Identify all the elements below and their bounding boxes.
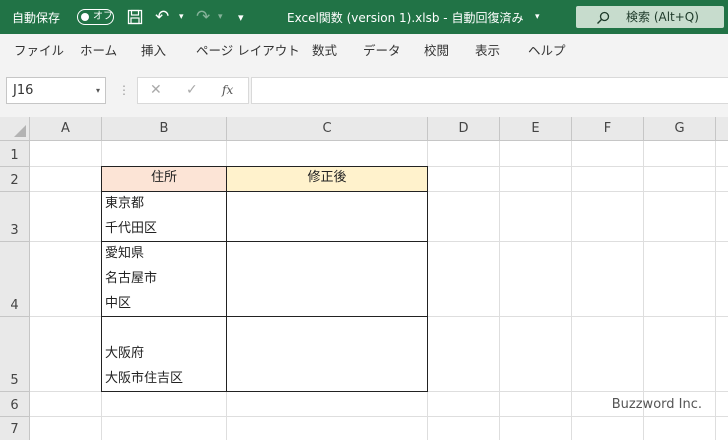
insert-function-icon[interactable]: fx bbox=[222, 78, 233, 103]
row-header-2[interactable]: 2 bbox=[0, 167, 30, 192]
tab-data[interactable]: データ bbox=[363, 34, 401, 67]
tab-file[interactable]: ファイル bbox=[14, 34, 64, 67]
gridline bbox=[643, 141, 644, 440]
cell-b4[interactable]: 愛知県 名古屋市 中区 bbox=[101, 242, 227, 317]
tab-help[interactable]: ヘルプ bbox=[528, 34, 566, 67]
cell-text-line: 大阪市住吉区 bbox=[105, 371, 184, 386]
redo-dropdown-icon[interactable]: ▾ bbox=[218, 0, 223, 34]
select-all-button[interactable] bbox=[0, 117, 30, 141]
cell-text-line: 名古屋市 bbox=[105, 271, 158, 286]
gridline bbox=[571, 141, 572, 440]
customize-qat-icon[interactable]: ▾ bbox=[238, 0, 244, 34]
formula-buttons: ✕ ✓ fx bbox=[137, 77, 249, 104]
row-header-7[interactable]: 7 bbox=[0, 417, 30, 440]
undo-icon[interactable]: ↶ bbox=[155, 0, 169, 34]
row-header-5[interactable]: 5 bbox=[0, 317, 30, 392]
autosave-label: 自動保存 bbox=[12, 10, 61, 25]
formula-bar-grip-icon[interactable]: ⋮ bbox=[118, 77, 130, 104]
search-icon bbox=[596, 10, 610, 29]
cancel-icon[interactable]: ✕ bbox=[150, 78, 162, 103]
tab-view[interactable]: 表示 bbox=[475, 34, 500, 67]
formula-bar-area: J16 ▾ ⋮ ✕ ✓ fx bbox=[0, 67, 728, 117]
cell-text-line: 大阪府 bbox=[105, 346, 145, 361]
search-text: 検索 (Alt+Q) bbox=[626, 10, 699, 24]
cell-b3[interactable]: 東京都 千代田区 bbox=[101, 192, 227, 242]
search-box[interactable]: 検索 (Alt+Q) bbox=[576, 6, 724, 28]
document-title[interactable]: Excel関数 (version 1).xlsb - 自動回復済み bbox=[287, 0, 523, 34]
save-icon[interactable] bbox=[127, 0, 143, 34]
cell-text-line: 千代田区 bbox=[105, 221, 158, 236]
select-all-icon bbox=[14, 125, 26, 137]
column-header-c[interactable]: C bbox=[227, 117, 428, 141]
column-header-e[interactable]: E bbox=[500, 117, 572, 141]
cell-c2-header[interactable]: 修正後 bbox=[227, 166, 428, 192]
column-header-g[interactable]: G bbox=[644, 117, 716, 141]
column-header-f[interactable]: F bbox=[572, 117, 644, 141]
row-header-3[interactable]: 3 bbox=[0, 192, 30, 242]
gridline bbox=[30, 416, 728, 417]
cell-c5[interactable] bbox=[227, 317, 428, 392]
redo-icon[interactable]: ↷ bbox=[196, 0, 210, 34]
cell-text-line: 東京都 bbox=[105, 196, 145, 211]
row-header-6[interactable]: 6 bbox=[0, 392, 30, 417]
ribbon-tabs: ファイル ホーム 挿入 ページ レイアウト 数式 データ 校閲 表示 ヘルプ bbox=[0, 34, 728, 68]
tab-page-layout[interactable]: ページ レイアウト bbox=[196, 34, 300, 67]
gridline bbox=[499, 141, 500, 440]
row-header-4[interactable]: 4 bbox=[0, 242, 30, 317]
toggle-knob bbox=[81, 13, 89, 21]
name-box-value: J16 bbox=[13, 83, 34, 98]
gridline bbox=[715, 141, 716, 440]
tab-formulas[interactable]: 数式 bbox=[312, 34, 337, 67]
tab-home[interactable]: ホーム bbox=[80, 34, 117, 67]
worksheet-grid[interactable]: A B C D E F G 1 2 3 4 5 6 7 住所 修正後 東京都 千… bbox=[0, 117, 728, 440]
formula-input[interactable] bbox=[251, 77, 728, 104]
row-header-1[interactable]: 1 bbox=[0, 141, 30, 167]
column-header-b[interactable]: B bbox=[102, 117, 227, 141]
column-header-h[interactable] bbox=[716, 117, 728, 141]
cell-b2-header[interactable]: 住所 bbox=[101, 166, 227, 192]
column-header-d[interactable]: D bbox=[428, 117, 500, 141]
autosave-state: オフ bbox=[93, 11, 113, 22]
watermark-text: Buzzword Inc. bbox=[611, 397, 702, 412]
autosave-toggle[interactable]: オフ bbox=[77, 9, 114, 25]
cell-c3[interactable] bbox=[227, 192, 428, 242]
title-chevron-icon[interactable]: ▾ bbox=[535, 0, 540, 34]
tab-review[interactable]: 校閲 bbox=[424, 34, 449, 67]
cell-text-line: 愛知県 bbox=[105, 246, 145, 261]
name-box-dropdown-icon[interactable]: ▾ bbox=[96, 78, 100, 103]
enter-icon[interactable]: ✓ bbox=[186, 78, 198, 103]
name-box[interactable]: J16 ▾ bbox=[6, 77, 106, 104]
undo-dropdown-icon[interactable]: ▾ bbox=[179, 0, 184, 34]
cell-text-line: 中区 bbox=[105, 296, 132, 311]
cell-c4[interactable] bbox=[227, 242, 428, 317]
title-bar: 自動保存 オフ ↶ ▾ ↷ ▾ ▾ Excel関数 (version 1).xl… bbox=[0, 0, 728, 34]
tab-insert[interactable]: 挿入 bbox=[141, 34, 166, 67]
cell-b5[interactable]: 大阪府 大阪市住吉区 bbox=[101, 317, 227, 392]
column-header-a[interactable]: A bbox=[30, 117, 102, 141]
